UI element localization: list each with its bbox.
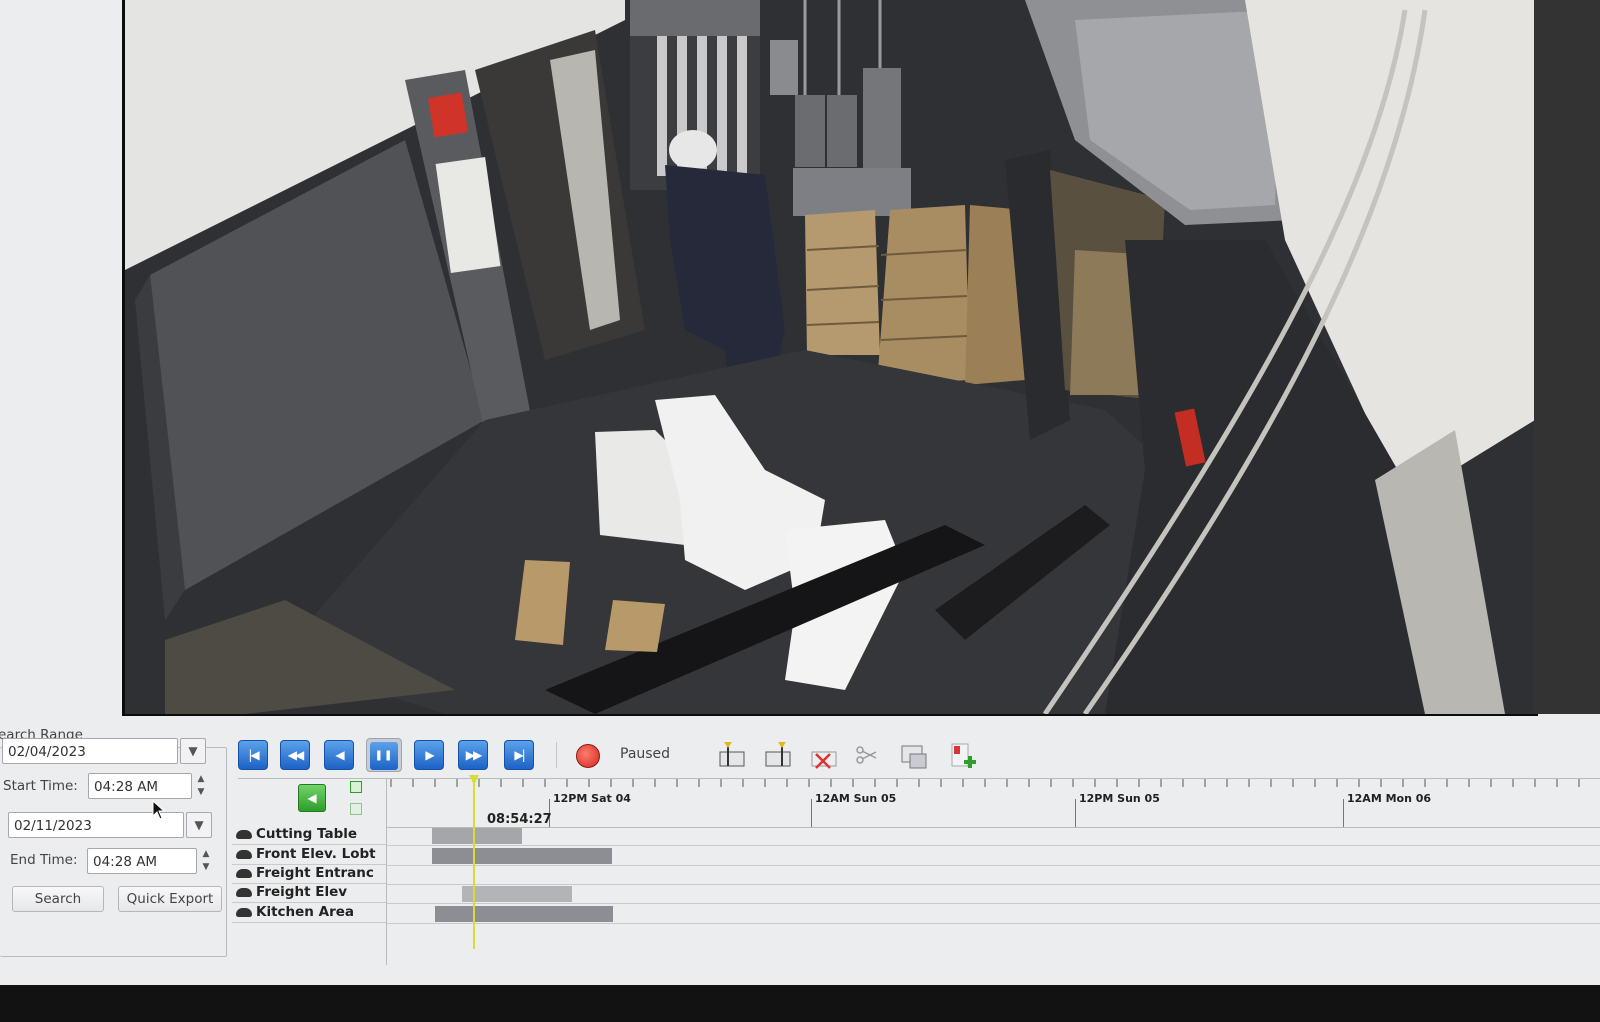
ruler-major-line — [1075, 799, 1076, 827]
camera-list: ◀ Cutting Table Front Elev. Lobt Freight… — [232, 779, 387, 965]
mark-end-icon[interactable] — [762, 740, 794, 772]
camera-image — [125, 0, 1535, 714]
skip-to-start-button[interactable]: |◀ — [238, 740, 268, 770]
start-date-field[interactable]: 02/04/2023 — [2, 738, 178, 764]
playback-toolbar: |◀ ◀◀ ◀ ❚❚ ▶ ▶▶ ▶| Paused — [238, 738, 1598, 776]
fast-forward-button[interactable]: ▶▶ — [458, 740, 488, 770]
chevron-down-icon: ▼ — [194, 818, 204, 832]
start-time-label: Start Time: — [3, 778, 78, 794]
start-time-field[interactable]: 04:28 AM — [88, 773, 192, 799]
timeline-track-area[interactable]: 12PM Sat 04 12AM Sun 05 12PM Sun 05 12AM… — [387, 775, 1600, 965]
recording-segment[interactable] — [432, 848, 612, 864]
recording-segment[interactable] — [435, 906, 613, 922]
chevron-down-icon: ▼ — [188, 744, 198, 758]
pause-button[interactable]: ❚❚ — [366, 738, 402, 772]
ruler-major-line — [1343, 799, 1344, 827]
recording-segment[interactable] — [462, 886, 572, 902]
rewind-icon: ◀◀ — [287, 748, 305, 762]
tick-label: 12PM Sun 05 — [1079, 792, 1160, 805]
add-bookmark-icon[interactable] — [946, 740, 978, 772]
step-back-button[interactable]: ◀ — [324, 740, 354, 770]
spin-up-icon: ▲ — [197, 774, 205, 784]
end-date-dropdown[interactable]: ▼ — [186, 812, 212, 838]
skip-start-icon: |◀ — [248, 748, 259, 762]
end-time-field[interactable]: 04:28 AM — [87, 848, 197, 874]
camera-icon — [236, 887, 252, 897]
cursor-time: 08:54:27 — [487, 812, 552, 827]
spin-down-icon: ▼ — [202, 862, 210, 872]
screen: earch Range 02/04/2023 ▼ Start Time: 04:… — [0, 0, 1600, 985]
screen-edge — [1534, 0, 1600, 714]
mark-start-icon[interactable] — [716, 740, 748, 772]
rewind-button[interactable]: ◀◀ — [280, 740, 310, 770]
timeline-panel: ◀ Cutting Table Front Elev. Lobt Freight… — [232, 775, 1600, 965]
tick-label: 12AM Sun 05 — [815, 792, 897, 805]
camera-row-label[interactable]: Kitchen Area — [232, 903, 386, 923]
zoom-out-icon[interactable] — [350, 803, 362, 815]
camera-icon — [236, 907, 252, 917]
camera-row-label[interactable]: Freight Entranc — [232, 864, 386, 884]
play-reverse-icon: ◀ — [335, 748, 344, 762]
camera-row-label[interactable]: Cutting Table — [232, 825, 386, 845]
camera-row-label[interactable]: Freight Elev — [232, 883, 386, 903]
camera-row-label[interactable]: Front Elev. Lobt — [232, 845, 386, 865]
ruler-major-line — [811, 799, 812, 827]
toolbar-separator — [556, 742, 557, 768]
clear-marks-icon[interactable] — [808, 740, 840, 772]
track-row[interactable] — [387, 865, 1600, 885]
track-row[interactable] — [387, 884, 1600, 904]
camera-icon — [236, 868, 252, 878]
mouse-cursor-icon — [152, 800, 166, 820]
quick-export-button[interactable]: Quick Export — [118, 886, 222, 912]
video-frame[interactable] — [122, 0, 1538, 716]
skip-to-end-button[interactable]: ▶| — [504, 740, 534, 770]
end-time-spinner[interactable]: ▲ ▼ — [199, 848, 213, 876]
search-button[interactable]: Search — [12, 886, 104, 912]
track-row[interactable] — [387, 904, 1600, 924]
play-icon: ▶ — [425, 748, 434, 762]
play-button[interactable]: ▶ — [414, 740, 444, 770]
record-button[interactable] — [576, 744, 600, 768]
end-time-label: End Time: — [10, 852, 78, 868]
playback-status: Paused — [620, 746, 671, 762]
recording-segment[interactable] — [432, 828, 522, 844]
track-row[interactable] — [387, 826, 1600, 846]
camera-icon — [236, 829, 252, 839]
spin-down-icon: ▼ — [197, 787, 205, 797]
timeline-ruler[interactable]: 12PM Sat 04 12AM Sun 05 12PM Sun 05 12AM… — [387, 779, 1600, 828]
monitor-bezel — [0, 985, 1600, 1022]
camera-icon — [236, 849, 252, 859]
tick-label: 12AM Mon 06 — [1347, 792, 1432, 805]
search-range-panel: earch Range 02/04/2023 ▼ Start Time: 04:… — [0, 724, 230, 960]
tick-label: 12PM Sat 04 — [553, 792, 631, 805]
fast-forward-icon: ▶▶ — [465, 748, 483, 762]
pause-icon: ❚❚ — [370, 742, 398, 770]
start-time-spinner[interactable]: ▲ ▼ — [194, 773, 208, 801]
track-row[interactable] — [387, 846, 1600, 866]
playhead-marker[interactable] — [469, 775, 479, 949]
export-clip-icon[interactable] — [898, 740, 930, 772]
timeline-back-button[interactable]: ◀ — [298, 784, 326, 812]
spin-up-icon: ▲ — [202, 849, 210, 859]
scissors-icon[interactable] — [852, 740, 884, 772]
skip-end-icon: ▶| — [514, 748, 525, 762]
arrow-left-icon: ◀ — [307, 791, 317, 805]
start-date-dropdown[interactable]: ▼ — [180, 738, 206, 764]
zoom-in-icon[interactable] — [350, 781, 362, 793]
